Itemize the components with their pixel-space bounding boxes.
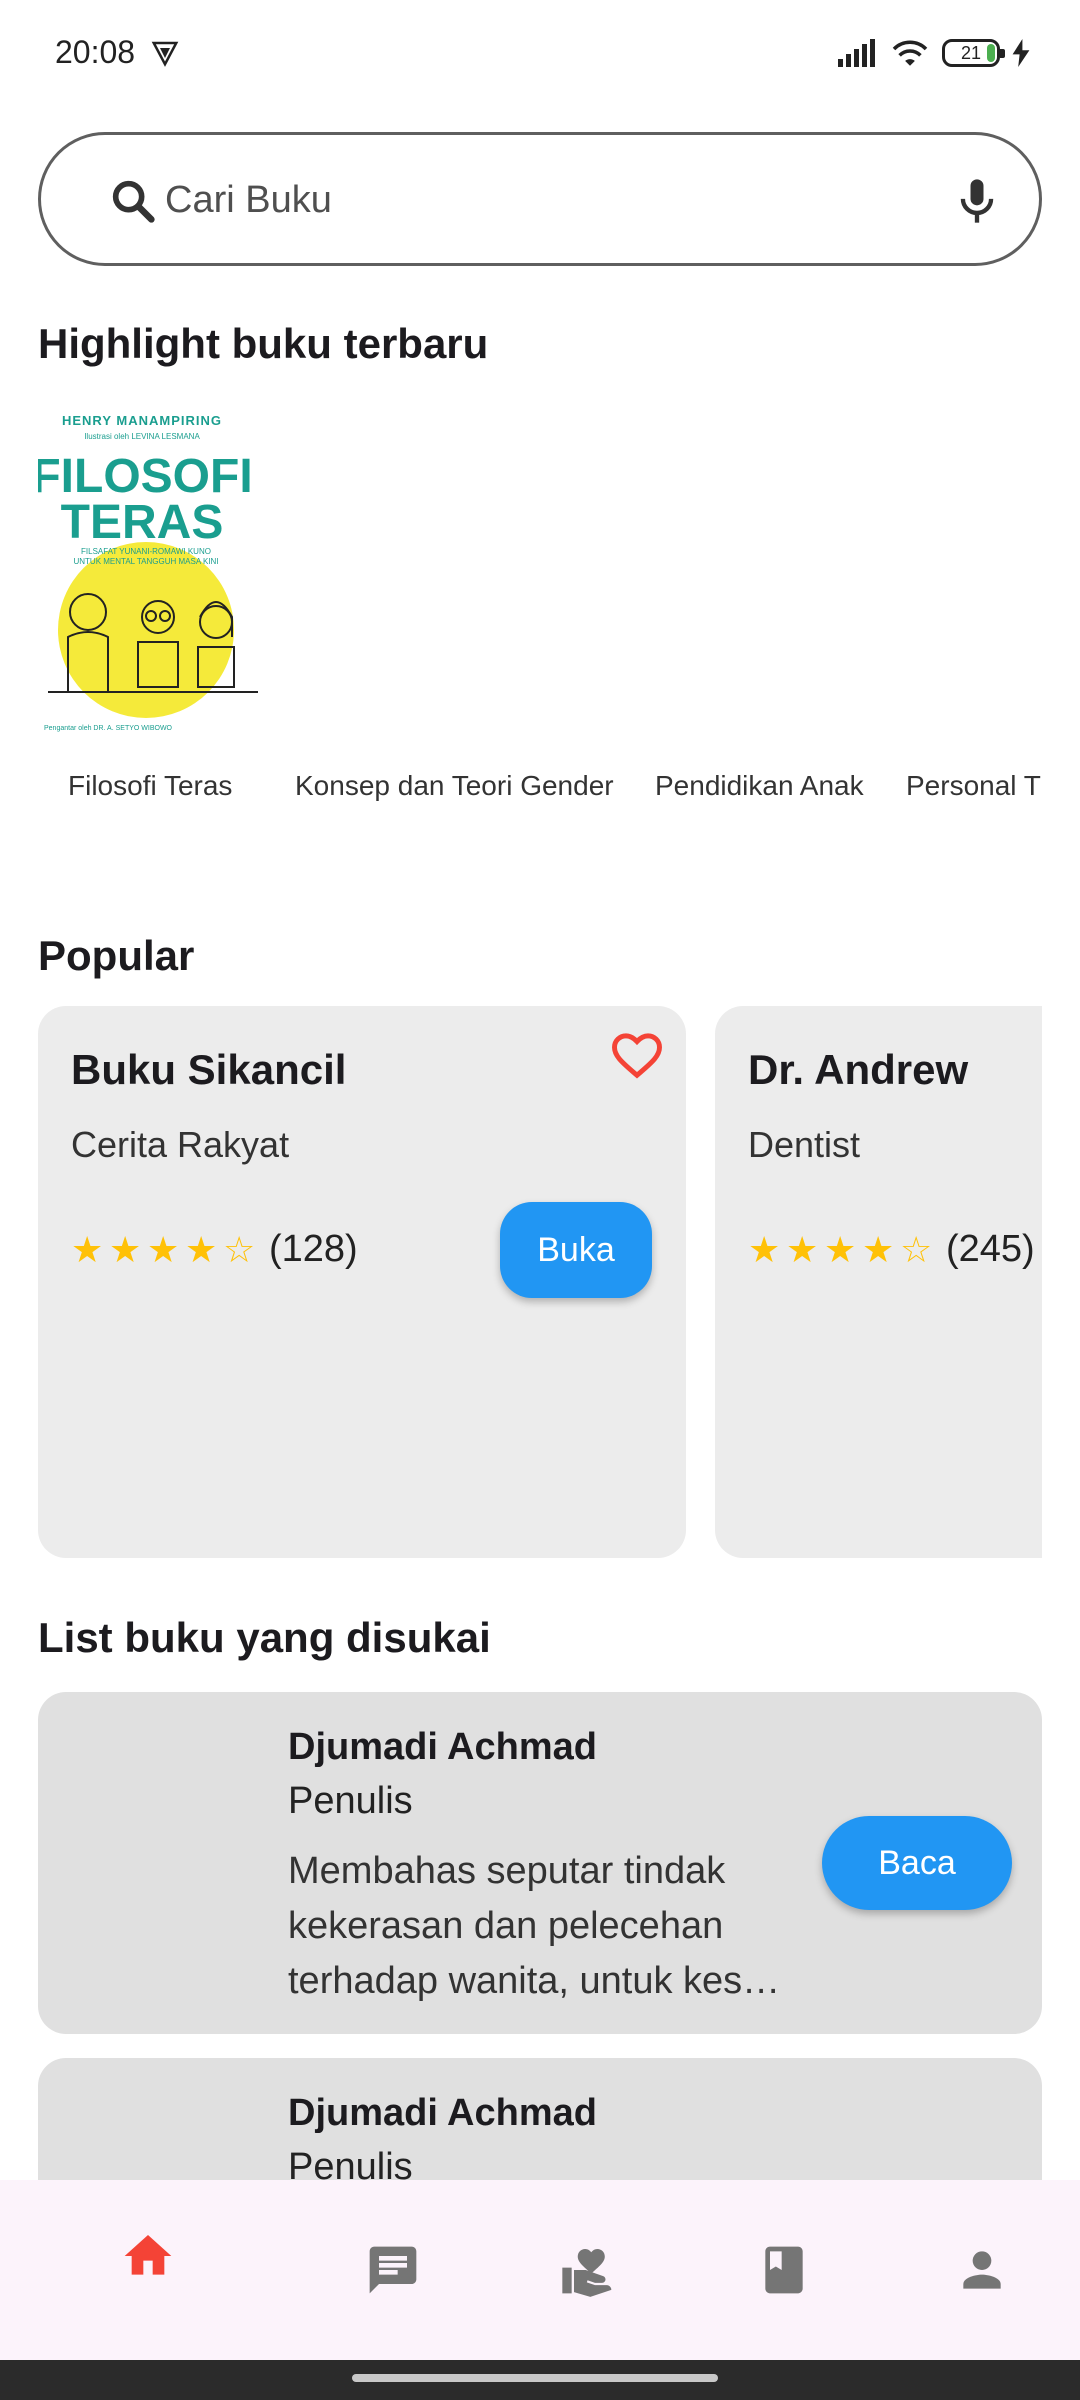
battery-level: 21 (960, 43, 982, 63)
chat-icon[interactable] (365, 2242, 421, 2298)
star-outline-icon: ☆ (223, 1228, 256, 1270)
star-filled-icon: ★ (71, 1228, 104, 1270)
home-gesture-pill[interactable] (352, 2374, 718, 2382)
buka-button[interactable]: Buka (500, 1202, 652, 1298)
popular-card-title: Dr. Andrew (748, 1046, 969, 1093)
battery-icon: 21 (942, 39, 1005, 67)
highlight-book-overflow: Personal T (906, 770, 1042, 810)
mic-icon[interactable] (951, 173, 1003, 229)
star-filled-icon: ★ (786, 1228, 819, 1270)
battery-fill (987, 44, 995, 62)
popular-title: Popular (38, 932, 195, 979)
star-outline-icon: ☆ (900, 1228, 933, 1270)
signal-icon (838, 39, 875, 67)
star-filled-icon: ★ (147, 1228, 180, 1270)
popular-card-subtitle: Dentist (748, 1124, 861, 1165)
wifi-icon (892, 40, 928, 66)
vpn-icon (151, 41, 179, 67)
nav-home[interactable] (88, 2180, 208, 2360)
highlight-book-label[interactable]: Personal T (906, 770, 1041, 802)
cover-title-line2: TERAS (61, 496, 224, 549)
system-gesture-bar (0, 2360, 1080, 2400)
nav-books[interactable] (724, 2180, 844, 2360)
highlight-title: Highlight buku terbaru (38, 320, 489, 367)
popular-card[interactable]: Dr. Andrew Dentist ★ ★ ★ ★ ☆ (245) (715, 1006, 1042, 1558)
star-filled-icon: ★ (109, 1228, 142, 1270)
popular-card-title: Buku Sikancil (71, 1046, 347, 1093)
nav-profile[interactable] (922, 2180, 1042, 2360)
cover-foreword: Pengantar oleh DR. A. SETYO WIBOWO (44, 725, 173, 732)
highlight-book-label[interactable]: Konsep dan Teori Gender (295, 770, 614, 802)
popular-carousel[interactable]: Buku Sikancil Cerita Rakyat ★ ★ ★ ★ ☆ (1… (38, 1006, 1042, 1558)
search-bar[interactable] (38, 132, 1042, 266)
charging-icon (1012, 39, 1030, 67)
cover-illustrator: Ilustrasi oleh LEVINA LESMANA (84, 432, 200, 441)
star-filled-icon: ★ (748, 1228, 781, 1270)
rating-stars: ★ ★ ★ ★ ☆ (245) (748, 1228, 1035, 1271)
liked-item-description: Membahas seputar tindak kekerasan dan pe… (288, 1850, 781, 2002)
liked-item-role: Penulis (288, 2146, 413, 2180)
cover-subtitle-line1: FILSAFAT YUNANI-ROMAWI KUNO (81, 547, 211, 556)
highlight-book-label[interactable]: Filosofi Teras (68, 770, 232, 802)
liked-item-name: Djumadi Achmad (288, 1726, 597, 1768)
popular-card[interactable]: Buku Sikancil Cerita Rakyat ★ ★ ★ ★ ☆ (1… (38, 1006, 686, 1558)
book-cover-image: HENRY MANAMPIRING Ilustrasi oleh LEVINA … (38, 402, 270, 748)
status-icons: 21 (838, 36, 1030, 70)
search-icon[interactable] (107, 175, 159, 227)
star-filled-icon: ★ (824, 1228, 857, 1270)
liked-list-item[interactable]: Djumadi Achmad Penulis (38, 2058, 1042, 2180)
rating-count: (128) (269, 1228, 358, 1270)
baca-button[interactable]: Baca (822, 1816, 1012, 1910)
home-icon[interactable] (120, 2228, 176, 2284)
donate-icon[interactable] (560, 2242, 616, 2298)
liked-title: List buku yang disukai (38, 1614, 491, 1661)
cover-author: HENRY MANAMPIRING (62, 413, 222, 428)
liked-list[interactable]: Djumadi Achmad Penulis Membahas seputar … (38, 1692, 1042, 2180)
liked-item-role: Penulis (288, 1780, 413, 1822)
book-icon[interactable] (756, 2242, 812, 2298)
search-input[interactable] (165, 165, 945, 235)
book-cover-filosofi-teras[interactable]: HENRY MANAMPIRING Ilustrasi oleh LEVINA … (38, 402, 270, 748)
status-time: 20:08 (55, 34, 136, 70)
highlight-book-label[interactable]: Pendidikan Anak (655, 770, 864, 802)
heart-icon[interactable] (610, 1028, 664, 1082)
star-filled-icon: ★ (862, 1228, 895, 1270)
profile-icon[interactable] (954, 2242, 1010, 2298)
rating-count: (245) (946, 1228, 1035, 1270)
bottom-navigation (0, 2180, 1080, 2360)
popular-card-subtitle: Cerita Rakyat (71, 1124, 290, 1165)
liked-item-name: Djumadi Achmad (288, 2092, 597, 2134)
liked-list-item[interactable]: Djumadi Achmad Penulis Membahas seputar … (38, 1692, 1042, 2034)
nav-donate[interactable] (528, 2180, 648, 2360)
star-filled-icon: ★ (185, 1228, 218, 1270)
status-bar: 20:08 21 (0, 0, 1080, 108)
cover-subtitle-line2: UNTUK MENTAL TANGGUH MASA KINI (73, 557, 218, 566)
rating-stars: ★ ★ ★ ★ ☆ (128) (71, 1228, 358, 1271)
nav-chat[interactable] (333, 2180, 453, 2360)
